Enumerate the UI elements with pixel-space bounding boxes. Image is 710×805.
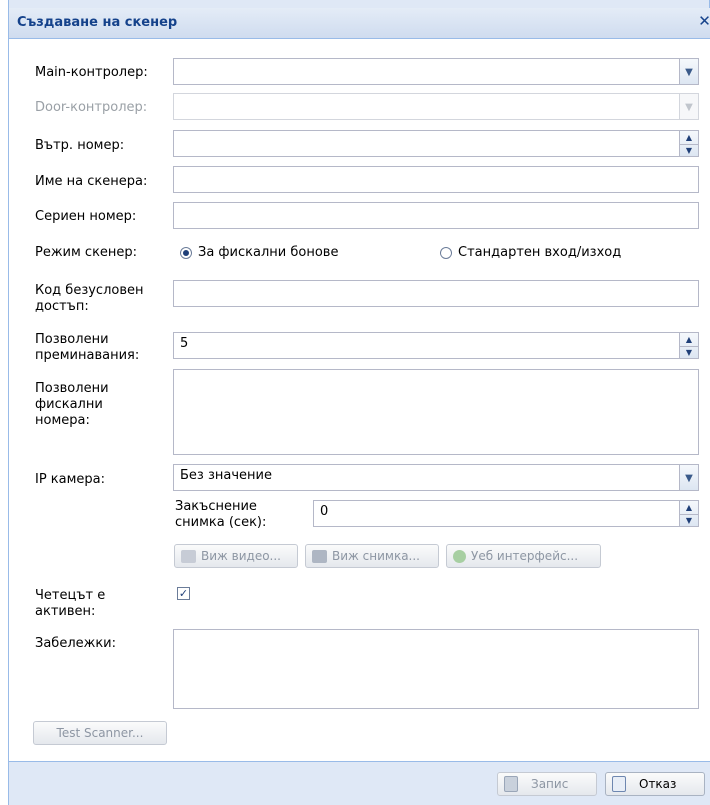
web-interface-button[interactable]: Уеб интерфейс...	[446, 544, 601, 568]
allowed-fiscal-label: Позволени фискални номера:	[35, 381, 109, 428]
internal-number-label: Вътр. номер:	[35, 138, 125, 153]
view-video-label: Виж видео...	[201, 549, 281, 563]
main-controller-label: Main-контролер:	[35, 65, 148, 80]
radio-unselected-icon[interactable]	[440, 246, 452, 259]
internal-number-spinner[interactable]: ▲ ▼	[173, 130, 699, 157]
cancel-label: Отказ	[639, 777, 677, 791]
globe-icon	[453, 549, 466, 563]
close-icon[interactable]: ✕	[698, 12, 710, 32]
view-video-button[interactable]: Виж видео...	[174, 544, 298, 568]
unconditional-code-field[interactable]	[173, 280, 699, 307]
create-scanner-dialog: Създаване на скенер ✕ Main-контролер: ▼ …	[8, 0, 710, 805]
reader-active-checkbox[interactable]: ✓	[177, 587, 190, 600]
scanner-name-label: Име на скенера:	[35, 174, 148, 189]
snapshot-delay-label: Закъснение снимка (сек):	[175, 499, 267, 530]
ip-camera-label: IP камера:	[35, 472, 106, 487]
snapshot-delay-value: 0	[320, 504, 329, 519]
save-label: Запис	[531, 777, 569, 791]
reader-active-label: Четецът е активен:	[35, 588, 106, 619]
spinner-up-icon[interactable]: ▲	[680, 333, 698, 347]
snapshot-delay-spinner[interactable]: 0 ▲ ▼	[313, 500, 699, 527]
spinner-up-icon[interactable]: ▲	[680, 131, 698, 145]
notes-label: Забележки:	[35, 636, 117, 651]
unconditional-code-label: Код безусловен достъп:	[35, 283, 144, 314]
radio-selected-icon[interactable]	[180, 246, 192, 259]
user-video-icon	[181, 549, 196, 563]
chevron-down-icon[interactable]: ▼	[679, 465, 698, 490]
mode-standard-label: Стандартен вход/изход	[458, 245, 622, 260]
mode-radio-fiscal[interactable]: За фискални бонове	[180, 245, 338, 260]
allowed-passes-spinner[interactable]: 5 ▲ ▼	[173, 332, 699, 359]
spinner-arrows-icon[interactable]: ▲ ▼	[679, 131, 698, 156]
ip-camera-value: Без значение	[180, 468, 272, 483]
spinner-down-icon[interactable]: ▼	[680, 346, 698, 359]
test-scanner-button[interactable]: Test Scanner...	[33, 721, 167, 745]
spinner-arrows-icon[interactable]: ▲ ▼	[679, 501, 698, 526]
cancel-button[interactable]: Отказ	[605, 772, 705, 796]
chevron-down-icon[interactable]: ▼	[679, 94, 698, 119]
spinner-up-icon[interactable]: ▲	[680, 501, 698, 515]
notes-textarea[interactable]	[173, 629, 699, 709]
serial-number-label: Сериен номер:	[35, 209, 137, 224]
dialog-titlebar[interactable]: Създаване на скенер ✕	[9, 8, 710, 39]
spinner-down-icon[interactable]: ▼	[680, 144, 698, 157]
test-scanner-label: Test Scanner...	[56, 726, 144, 740]
dialog-body: Main-контролер: ▼ Door-контролер: ▼ Вътр…	[9, 39, 710, 762]
spinner-arrows-icon[interactable]: ▲ ▼	[679, 333, 698, 358]
save-button[interactable]: Запис	[497, 772, 597, 796]
serial-number-field[interactable]	[173, 202, 699, 229]
scanner-mode-label: Режим скенер:	[35, 245, 138, 260]
allowed-passes-value: 5	[180, 336, 189, 351]
allowed-fiscal-textarea[interactable]	[173, 369, 699, 455]
dialog-footer: Запис Отказ	[9, 762, 710, 805]
door-controller-label: Door-контролер:	[35, 100, 148, 115]
view-snapshot-button[interactable]: Виж снимка...	[305, 544, 439, 568]
mode-fiscal-label: За фискални бонове	[198, 245, 339, 260]
main-controller-combo[interactable]: ▼	[173, 58, 699, 85]
door-controller-combo[interactable]: ▼	[173, 93, 699, 120]
dialog-title: Създаване на скенер	[17, 15, 178, 30]
floppy-disk-icon	[504, 776, 518, 792]
chevron-down-icon[interactable]: ▼	[679, 59, 698, 84]
allowed-passes-label: Позволени преминавания:	[35, 332, 140, 363]
web-interface-label: Уеб интерфейс...	[471, 549, 579, 563]
view-snapshot-label: Виж снимка...	[332, 549, 420, 563]
camera-icon	[312, 549, 327, 563]
spinner-down-icon[interactable]: ▼	[680, 514, 698, 527]
cancel-document-icon	[612, 776, 626, 792]
ip-camera-combo[interactable]: Без значение ▼	[173, 464, 699, 491]
mode-radio-standard[interactable]: Стандартен вход/изход	[440, 245, 621, 260]
scanner-name-field[interactable]	[173, 166, 699, 193]
